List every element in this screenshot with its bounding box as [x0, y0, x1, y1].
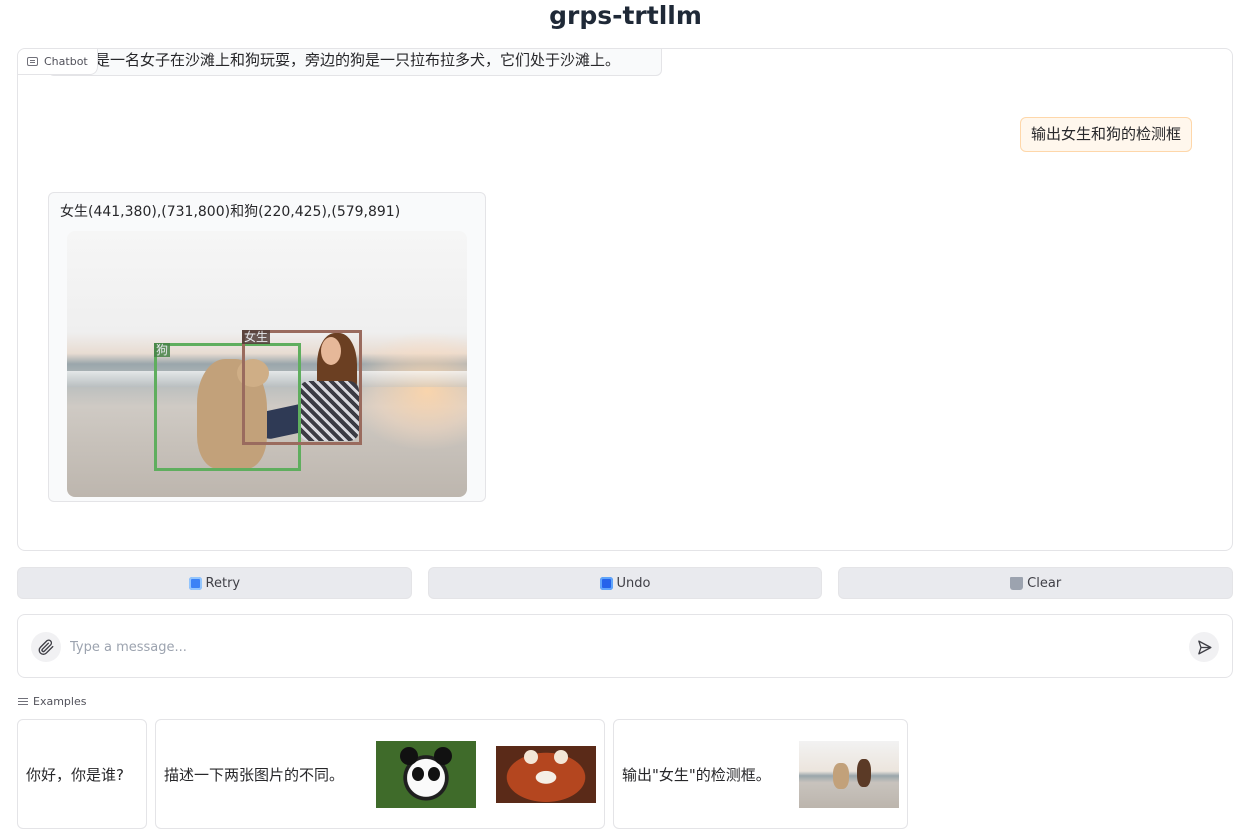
- user-message-text: 输出女生和狗的检测框: [1031, 125, 1182, 143]
- undo-button[interactable]: Undo: [427, 567, 823, 599]
- example-item[interactable]: 描述一下两张图片的不同。: [155, 719, 605, 829]
- page-title: grps-trtllm: [549, 1, 702, 30]
- user-message: 输出女生和狗的检测框: [1020, 117, 1193, 152]
- assistant-message-text: 女生(441,380),(731,800)和狗(220,425),(579,89…: [60, 204, 401, 220]
- message-input[interactable]: [70, 635, 1170, 659]
- retry-icon: [188, 576, 202, 590]
- example-text: 描述一下两张图片的不同。: [164, 765, 345, 784]
- example-item[interactable]: 输出"女生"的检测框。: [613, 719, 908, 829]
- action-buttons: Retry Undo Clear: [17, 567, 1234, 599]
- undo-icon: [599, 576, 613, 590]
- chatbot-label: Chatbot: [18, 49, 98, 75]
- attach-button[interactable]: [31, 632, 61, 662]
- assistant-message-text: 是一名女子在沙滩上和狗玩耍，旁边的狗是一只拉布拉多犬，它们处于沙滩上。: [95, 51, 621, 69]
- example-item[interactable]: 你好，你是谁?: [17, 719, 147, 829]
- clear-button[interactable]: Clear: [838, 567, 1234, 599]
- message-composer: [17, 614, 1233, 678]
- dog-box-label: 狗: [154, 343, 171, 357]
- chatbot-panel[interactable]: Chatbot 是一名女子在沙滩上和狗玩耍，旁边的狗是一只拉布拉多犬，它们处于沙…: [17, 48, 1233, 551]
- assistant-message: 是一名女子在沙滩上和狗玩耍，旁边的狗是一只拉布拉多犬，它们处于沙滩上。: [48, 49, 662, 76]
- examples-label: Examples: [18, 695, 86, 708]
- woman-box-label: 女生: [242, 330, 271, 344]
- beach-thumbnail: [799, 741, 899, 808]
- woman-bounding-box: [242, 330, 362, 445]
- send-button[interactable]: [1189, 632, 1219, 662]
- retry-button[interactable]: Retry: [17, 567, 412, 599]
- chat-icon: [27, 57, 38, 66]
- detection-result-image[interactable]: 狗 女生: [67, 231, 467, 497]
- chatbot-label-text: Chatbot: [44, 55, 88, 68]
- trash-icon: [1010, 576, 1024, 590]
- example-text: 输出"女生"的检测框。: [622, 765, 771, 784]
- list-icon: [18, 697, 28, 706]
- assistant-message-detection: 女生(441,380),(731,800)和狗(220,425),(579,89…: [48, 192, 486, 502]
- paperclip-icon: [38, 639, 54, 655]
- send-icon: [1197, 639, 1212, 655]
- example-text: 你好，你是谁?: [26, 765, 124, 784]
- panda-thumbnail: [376, 741, 476, 808]
- red-panda-thumbnail: [496, 746, 596, 803]
